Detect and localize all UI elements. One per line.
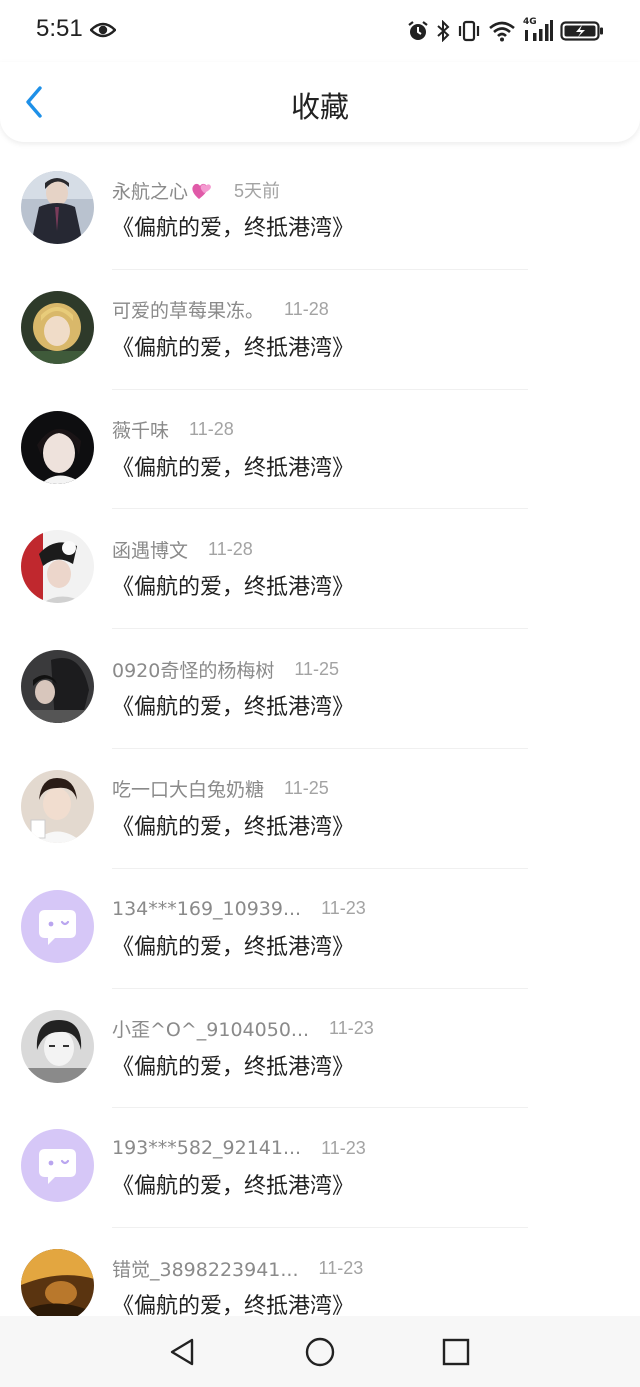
book-title[interactable]: 《偏航的爱，终抵港湾》 xyxy=(112,569,354,601)
avatar[interactable] xyxy=(21,530,94,604)
list-item[interactable]: 函遇博文 11-28 《偏航的爱，终抵港湾》 xyxy=(0,509,640,629)
list-item[interactable]: 吃一口大白兔奶糖 11-25 《偏航的爱，终抵港湾》 xyxy=(0,749,640,869)
avatar[interactable] xyxy=(21,290,94,364)
username: 134***169_10939... xyxy=(112,897,302,920)
heart-emoji-icon xyxy=(192,183,211,199)
item-meta: 薇千味 11-28 xyxy=(112,417,234,443)
avatar[interactable] xyxy=(21,410,94,484)
book-title[interactable]: 《偏航的爱，终抵港湾》 xyxy=(112,330,354,362)
avatar[interactable] xyxy=(21,1129,94,1203)
book-title[interactable]: 《偏航的爱，终抵港湾》 xyxy=(112,1168,354,1200)
default-chat-avatar-icon xyxy=(21,1129,94,1203)
username: 193***582_92141... xyxy=(112,1137,302,1160)
status-icons: 4G xyxy=(407,16,604,46)
item-meta: 函遇博文 11-28 xyxy=(112,536,253,562)
system-nav-bar xyxy=(0,1316,640,1387)
book-title[interactable]: 《偏航的爱，终抵港湾》 xyxy=(112,1288,354,1316)
timestamp: 5天前 xyxy=(234,181,281,201)
nav-back-triangle-icon[interactable] xyxy=(168,1336,200,1368)
username: 永航之心 xyxy=(112,180,189,203)
item-meta: 0920奇怪的杨梅树 11-25 xyxy=(112,656,339,682)
username: 小歪^O^_9104050... xyxy=(112,1019,310,1042)
page-title: 收藏 xyxy=(290,90,349,124)
item-meta: 134***169_10939... 11-23 xyxy=(112,896,366,922)
book-title[interactable]: 《偏航的爱，终抵港湾》 xyxy=(112,929,354,961)
list-item[interactable]: 可爱的草莓果冻。 11-28 《偏航的爱，终抵港湾》 xyxy=(0,270,640,390)
timestamp: 11-23 xyxy=(321,898,366,919)
timestamp: 11-28 xyxy=(208,538,253,559)
timestamp: 11-28 xyxy=(284,299,329,320)
battery-icon xyxy=(560,21,603,41)
book-title[interactable]: 《偏航的爱，终抵港湾》 xyxy=(112,210,354,242)
bluetooth-icon xyxy=(437,20,450,42)
avatar[interactable] xyxy=(21,1249,94,1316)
username: 错觉_3898223941... xyxy=(112,1258,299,1281)
username: 0920奇怪的杨梅树 xyxy=(112,659,275,682)
vibrate-icon xyxy=(458,20,480,42)
avatar[interactable] xyxy=(21,1009,94,1083)
avatar[interactable] xyxy=(21,889,94,963)
list-item[interactable]: 134***169_10939... 11-23 《偏航的爱，终抵港湾》 xyxy=(0,869,640,989)
wifi-icon xyxy=(489,21,515,42)
username: 薇千味 xyxy=(112,420,170,443)
book-title[interactable]: 《偏航的爱，终抵港湾》 xyxy=(112,1049,354,1081)
item-meta: 永航之心 5天前 xyxy=(112,177,280,203)
item-meta: 193***582_92141... 11-23 xyxy=(112,1135,366,1161)
status-time: 5:51 xyxy=(36,15,83,42)
default-chat-avatar-icon xyxy=(21,889,94,963)
username: 可爱的草莓果冻。 xyxy=(112,300,265,323)
timestamp: 11-23 xyxy=(329,1018,374,1039)
nav-recent-square-icon[interactable] xyxy=(440,1336,472,1368)
favorites-list: 永航之心 5天前 《偏航的爱，终抵港湾》 可爱的草莓果冻。 11-28 《偏航的… xyxy=(0,150,640,1316)
avatar[interactable] xyxy=(21,650,94,724)
timestamp: 11-25 xyxy=(294,658,340,679)
timestamp: 11-23 xyxy=(321,1137,366,1158)
item-meta: 吃一口大白兔奶糖 11-25 xyxy=(112,776,329,802)
item-meta: 错觉_3898223941... 11-23 xyxy=(112,1255,363,1281)
timestamp: 11-28 xyxy=(189,419,234,440)
list-item[interactable]: 0920奇怪的杨梅树 11-25 《偏航的爱，终抵港湾》 xyxy=(0,629,640,749)
book-title[interactable]: 《偏航的爱，终抵港湾》 xyxy=(112,689,354,721)
avatar[interactable] xyxy=(21,769,94,843)
timestamp: 11-25 xyxy=(284,778,329,799)
list-item[interactable]: 薇千味 11-28 《偏航的爱，终抵港湾》 xyxy=(0,390,640,510)
status-bar: 5:51 4G xyxy=(0,0,640,62)
header: 收藏 xyxy=(0,62,640,142)
list-item[interactable]: 永航之心 5天前 《偏航的爱，终抵港湾》 xyxy=(0,150,640,270)
eye-icon xyxy=(90,22,116,38)
item-meta: 可爱的草莓果冻。 11-28 xyxy=(112,297,329,323)
username: 函遇博文 xyxy=(112,539,189,562)
username: 吃一口大白兔奶糖 xyxy=(112,779,265,802)
nav-home-circle-icon[interactable] xyxy=(304,1336,336,1368)
signal-icon: 4G xyxy=(523,17,553,43)
list-item[interactable]: 小歪^O^_9104050... 11-23 《偏航的爱，终抵港湾》 xyxy=(0,989,640,1109)
timestamp: 11-23 xyxy=(318,1257,364,1278)
avatar[interactable] xyxy=(21,171,94,244)
book-title[interactable]: 《偏航的爱，终抵港湾》 xyxy=(112,809,354,841)
book-title[interactable]: 《偏航的爱，终抵港湾》 xyxy=(112,450,354,482)
list-item[interactable]: 193***582_92141... 11-23 《偏航的爱，终抵港湾》 xyxy=(0,1108,640,1228)
alarm-icon xyxy=(408,21,428,40)
list-item[interactable]: 错觉_3898223941... 11-23 《偏航的爱，终抵港湾》 xyxy=(0,1228,640,1316)
item-meta: 小歪^O^_9104050... 11-23 xyxy=(112,1016,374,1042)
